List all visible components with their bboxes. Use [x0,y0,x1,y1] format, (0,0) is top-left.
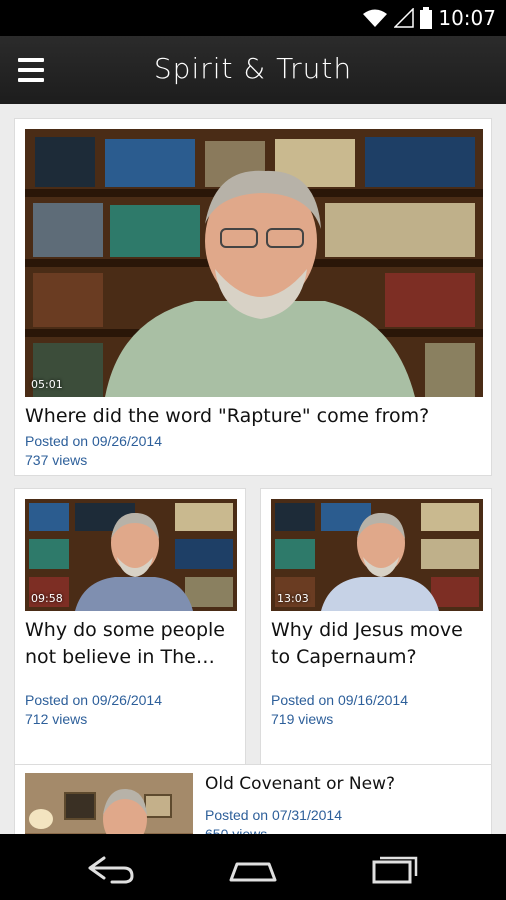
video-posted-date: Posted on 09/26/2014 [25,433,163,449]
video-card-featured[interactable]: 05:01 Where did the word "Rapture" come … [14,118,492,476]
status-bar: 10:07 [0,0,506,36]
recent-apps-icon[interactable] [364,850,424,886]
video-duration: 09:58 [31,592,63,605]
video-view-count: 650 views [205,826,268,834]
app-bar: Spirit & Truth [0,36,506,104]
navigation-bar [0,834,506,900]
video-list[interactable]: 05:01 Where did the word "Rapture" come … [0,104,506,834]
video-duration: 13:03 [277,592,309,605]
back-icon[interactable] [82,850,142,886]
signal-icon [394,8,415,28]
status-time: 10:07 [438,6,496,30]
video-thumbnail[interactable]: 13:03 [271,499,483,611]
video-thumbnail[interactable]: 05:01 [25,129,483,397]
video-view-count: 737 views [25,452,88,468]
video-card[interactable]: Old Covenant or New? Posted on 07/31/201… [14,764,492,834]
home-icon[interactable] [223,850,283,886]
video-title[interactable]: Why do some people not believe in The… [25,617,237,671]
video-duration: 05:01 [31,378,63,391]
video-posted-date: Posted on 09/16/2014 [271,692,409,708]
video-title[interactable]: Why did Jesus move to Capernaum? [271,617,483,671]
wifi-icon [362,8,388,28]
video-view-count: 719 views [271,711,334,727]
app-title: Spirit & Truth [153,52,353,85]
video-thumbnail[interactable] [25,773,193,834]
video-thumbnail[interactable]: 09:58 [25,499,237,611]
status-icons: 10:07 [362,6,496,30]
video-view-count: 712 views [25,711,88,727]
video-posted-date: Posted on 09/26/2014 [25,692,163,708]
video-title[interactable]: Where did the word "Rapture" come from? [25,403,485,430]
video-title[interactable]: Old Covenant or New? [205,771,485,798]
battery-icon [420,7,433,29]
video-posted-date: Posted on 07/31/2014 [205,807,343,823]
